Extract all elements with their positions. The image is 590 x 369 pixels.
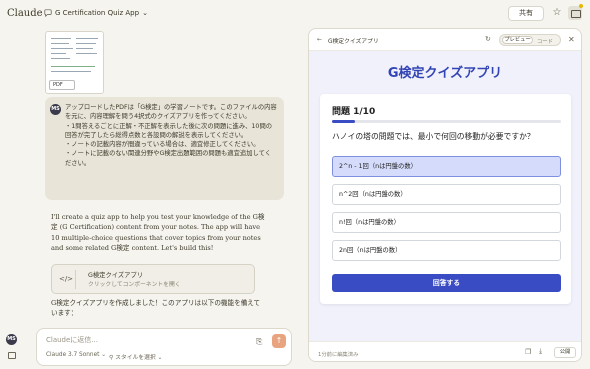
assistant-message: I'll create a quiz app to help you test … <box>45 207 284 329</box>
notification-dot <box>579 4 583 8</box>
quiz-app-heading: G検定クイズアプリ <box>387 66 503 81</box>
thumb-line <box>51 48 73 49</box>
thumb-line <box>51 66 95 67</box>
answer-option[interactable]: n!回（nは円盤の数） <box>332 212 561 233</box>
thumb-line <box>76 48 93 49</box>
submit-answer-button[interactable]: 回答する <box>332 274 561 292</box>
thumb-line <box>51 43 69 44</box>
artifact-footer: 1分前に編集済み ❐ ⤓ 公開 <box>309 341 581 361</box>
thumb-line <box>51 58 70 59</box>
top-bar: Claude G Certification Quiz App ⌄ 共有 ☆ <box>0 0 590 28</box>
quiz-card: 問題 1/10 ハノイの塔の問題では、最小で何回の移動が必要ですか？ 2^n -… <box>320 94 571 304</box>
close-icon[interactable]: ✕ <box>568 35 575 44</box>
thumb-line <box>51 71 91 72</box>
artifact-preview: G検定クイズアプリ 問題 1/10 ハノイの塔の問題では、最小で何回の移動が必要… <box>309 51 581 341</box>
paperclip-icon[interactable]: ⎘ <box>256 337 262 347</box>
publish-button[interactable]: 公開 <box>554 347 576 358</box>
tab-preview[interactable]: プレビュー <box>502 36 533 44</box>
artifact-card-subtitle: クリックしてコンポーネントを開く <box>88 282 181 288</box>
account-avatar[interactable]: MS <box>6 334 17 345</box>
progress-fill <box>332 120 355 123</box>
assistant-outro: G検定クイズアプリを作成しました！このアプリは以下の機能を備えています： <box>51 299 261 318</box>
user-message: MS アップロードしたPDFは「G検定」の学習ノートです。このファイルの内容を元… <box>45 97 284 200</box>
artifact-header: ← G検定クイズアプリ ↻ プレビュー コード ✕ <box>309 29 581 51</box>
pdf-thumbnail[interactable]: PDF <box>45 31 104 94</box>
reply-input[interactable]: Claudeに返信... <box>46 335 98 345</box>
reply-composer[interactable]: Claudeに返信... Claude 3.7 Sonnet ⌄ ⚲ スタイルを… <box>36 328 292 366</box>
user-paragraph: ・1問答えるごとに正解・不正解を表示した後に次の問題に進み、10問の回答が完了し… <box>65 122 273 139</box>
artifact-card[interactable]: </> G検定クイズアプリ クリックしてコンポーネントを開く <box>51 264 255 294</box>
user-paragraph: アップロードしたPDFは「G検定」の学習ノートです。このファイルの内容を元に、内… <box>65 104 277 121</box>
question-text: ハノイの塔の問題では、最小で何回の移動が必要ですか？ <box>332 132 535 141</box>
thumb-line <box>51 53 66 54</box>
star-icon[interactable]: ☆ <box>551 6 563 20</box>
assistant-intro: I'll create a quiz app to help you test … <box>51 213 265 252</box>
user-message-text: アップロードしたPDFは「G検定」の学習ノートです。このファイルの内容を元に、内… <box>65 103 277 168</box>
answer-option[interactable]: 2^n - 1回（nは円盤の数） <box>332 156 561 177</box>
thumb-line <box>51 38 71 39</box>
code-icon: </> <box>57 270 76 289</box>
style-selector[interactable]: ⚲ スタイルを選択 ⌄ <box>109 352 162 361</box>
user-paragraph: ・ノートの記載内容が間違っている場合は、適宜修正してください。 <box>65 141 260 149</box>
send-button[interactable]: ↑ <box>272 334 286 348</box>
model-name: Claude 3.7 Sonnet <box>46 352 100 358</box>
chat-bubble-icon <box>44 9 52 17</box>
copy-icon[interactable]: ❐ <box>525 348 531 356</box>
answer-option[interactable]: n^2回（nは円盤の数） <box>332 184 561 205</box>
share-button[interactable]: 共有 <box>508 6 544 21</box>
panel-toggle-icon[interactable] <box>568 6 582 20</box>
answer-option[interactable]: 2n回（nは円盤の数） <box>332 240 561 261</box>
user-avatar: MS <box>50 104 61 115</box>
sidebar-toggle-icon[interactable] <box>8 352 16 359</box>
brand-logo[interactable]: Claude <box>7 8 43 19</box>
view-toggle: プレビュー コード <box>499 34 561 46</box>
download-icon[interactable]: ⤓ <box>539 347 542 356</box>
chevron-down-icon: ⌄ <box>142 9 148 17</box>
user-paragraph: ・ノートに記載のない関連分野やG検定出題範囲の問題も適宜追加してください。 <box>65 150 272 167</box>
artifact-title: G検定クイズアプリ <box>328 39 379 45</box>
edited-timestamp: 1分前に編集済み <box>318 352 359 358</box>
back-arrow-icon[interactable]: ← <box>317 36 322 43</box>
model-selector[interactable]: Claude 3.7 Sonnet ⌄ <box>46 352 106 358</box>
chat-title-menu[interactable]: G Certification Quiz App ⌄ <box>44 9 148 17</box>
style-label: スタイルを選択 <box>115 355 156 361</box>
style-icon: ⚲ <box>109 355 114 361</box>
chat-title-text: G Certification Quiz App <box>55 9 140 17</box>
thumb-line <box>76 43 96 44</box>
tab-code[interactable]: コード <box>537 37 553 45</box>
artifact-panel: ← G検定クイズアプリ ↻ プレビュー コード ✕ G検定クイズアプリ 問題 1… <box>308 28 582 362</box>
thumb-line <box>76 38 98 39</box>
progress-bar <box>332 120 561 123</box>
refresh-icon[interactable]: ↻ <box>485 35 491 43</box>
pdf-badge: PDF <box>49 80 75 90</box>
question-counter: 問題 1/10 <box>332 107 376 117</box>
thumb-line <box>76 53 97 54</box>
